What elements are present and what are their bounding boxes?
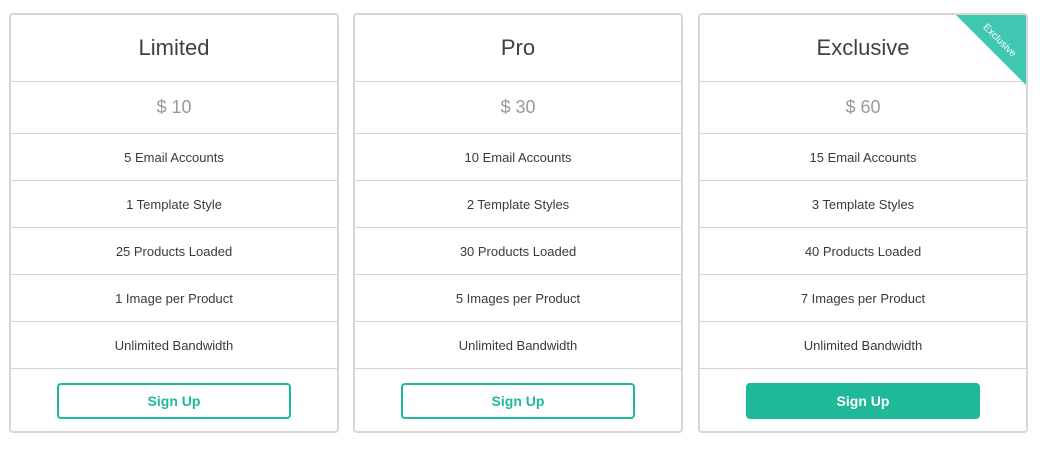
plan-feature: 5 Email Accounts: [11, 134, 337, 181]
sign-up-button-exclusive[interactable]: Sign Up: [746, 383, 980, 419]
plan-feature: 15 Email Accounts: [700, 134, 1026, 181]
plan-feature: 2 Template Styles: [355, 181, 681, 228]
plan-title: Limited: [11, 15, 337, 82]
plan-card-limited: Limited $ 10 5 Email Accounts 1 Template…: [9, 13, 339, 433]
plan-price: $ 10: [11, 82, 337, 134]
plan-price: $ 30: [355, 82, 681, 134]
plan-card-pro: Pro $ 30 10 Email Accounts 2 Template St…: [353, 13, 683, 433]
plan-feature: 5 Images per Product: [355, 275, 681, 322]
plan-action-row: Sign Up: [700, 369, 1026, 431]
plan-feature: 30 Products Loaded: [355, 228, 681, 275]
plan-feature: 1 Image per Product: [11, 275, 337, 322]
plan-action-row: Sign Up: [355, 369, 681, 431]
plan-feature: 1 Template Style: [11, 181, 337, 228]
pricing-table: Limited $ 10 5 Email Accounts 1 Template…: [0, 0, 1040, 453]
plan-feature: 3 Template Styles: [700, 181, 1026, 228]
plan-feature: Unlimited Bandwidth: [355, 322, 681, 369]
sign-up-button-pro[interactable]: Sign Up: [401, 383, 635, 419]
plan-feature: Unlimited Bandwidth: [700, 322, 1026, 369]
plan-feature: 10 Email Accounts: [355, 134, 681, 181]
plan-feature: 40 Products Loaded: [700, 228, 1026, 275]
plan-feature: Unlimited Bandwidth: [11, 322, 337, 369]
plan-action-row: Sign Up: [11, 369, 337, 431]
plan-feature: 7 Images per Product: [700, 275, 1026, 322]
sign-up-button-limited[interactable]: Sign Up: [57, 383, 291, 419]
plan-feature: 25 Products Loaded: [11, 228, 337, 275]
plan-title: Pro: [355, 15, 681, 82]
plan-price: $ 60: [700, 82, 1026, 134]
corner-ribbon: Exclusive: [956, 15, 1026, 85]
plan-card-exclusive: Exclusive Exclusive $ 60 15 Email Accoun…: [698, 13, 1028, 433]
